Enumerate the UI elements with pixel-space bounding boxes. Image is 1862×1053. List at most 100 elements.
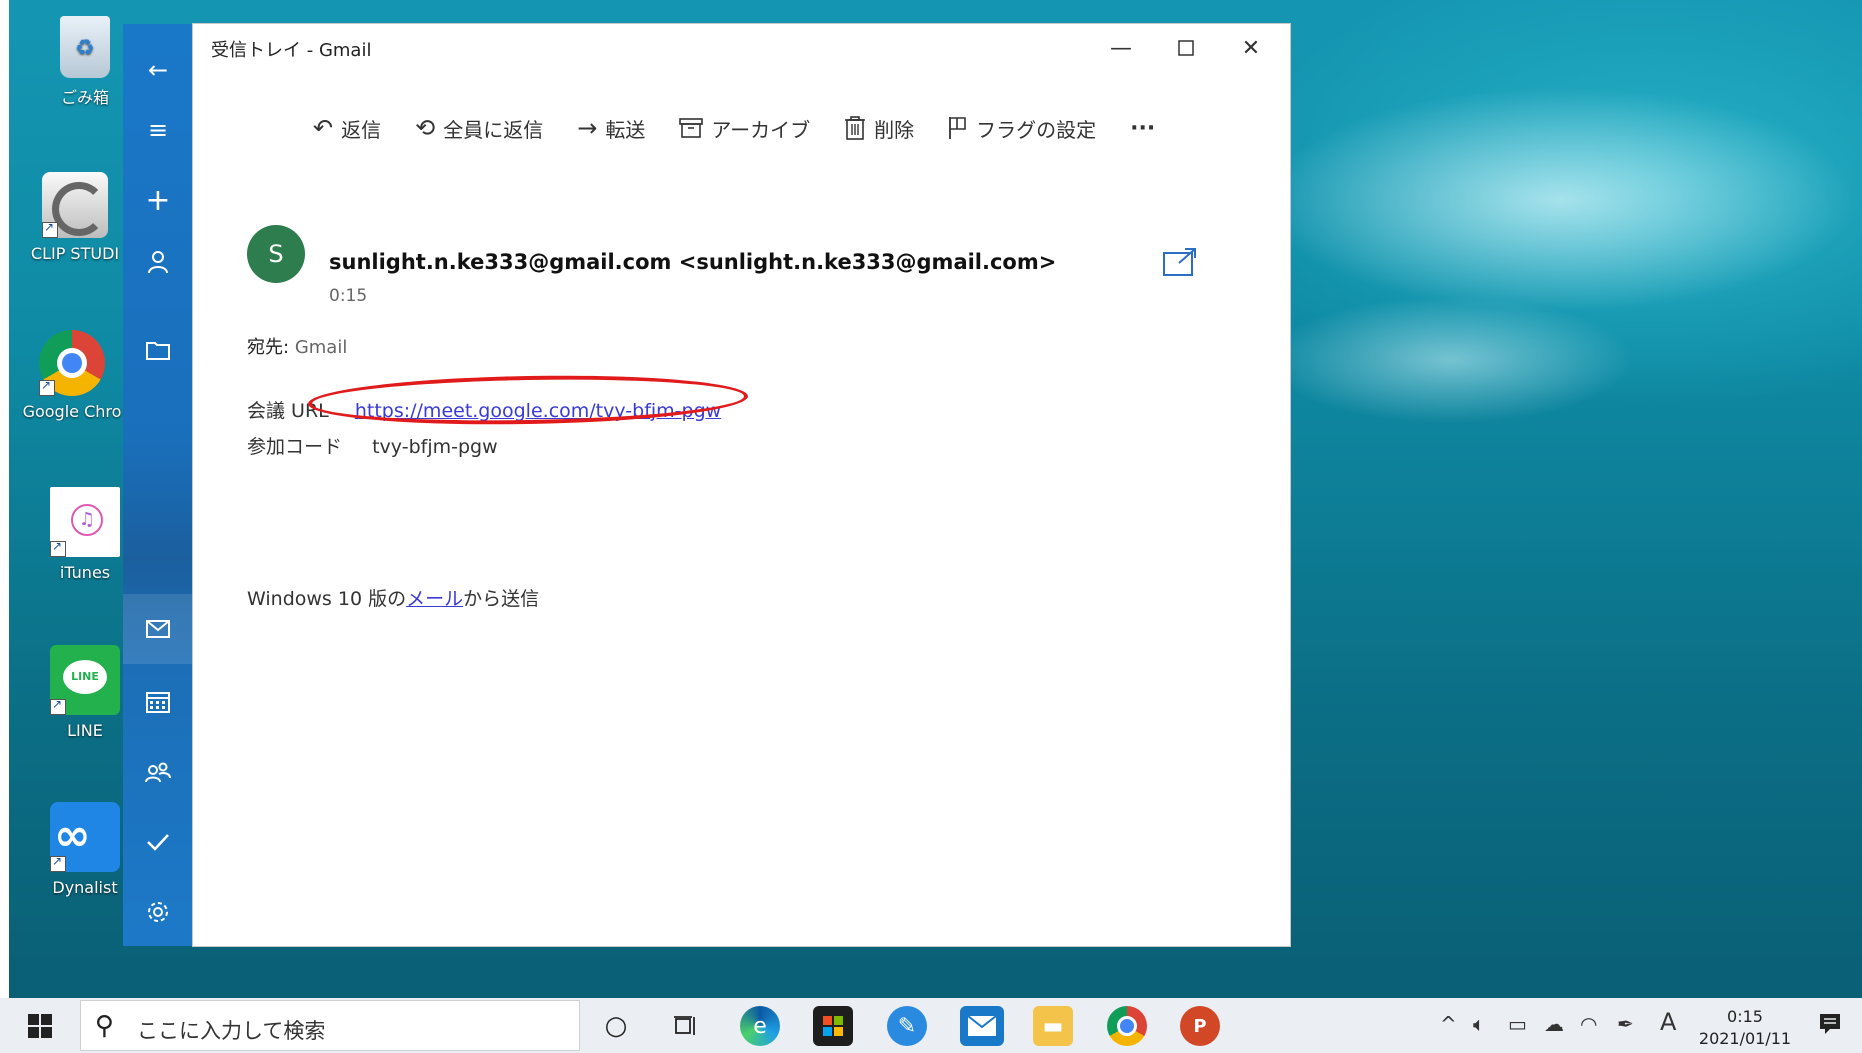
sender-avatar: S xyxy=(247,225,305,283)
desktop-icon-label: LINE xyxy=(67,721,103,740)
join-code-line: 参加コード tvy-bfjm-pgw xyxy=(247,432,498,459)
reply-all-button[interactable]: ⟲ 全員に返信 xyxy=(415,114,543,143)
reply-all-label: 全員に返信 xyxy=(443,117,544,142)
cortana-button[interactable]: ○ xyxy=(596,1006,636,1046)
chevron-up-icon: ^ xyxy=(1440,1012,1457,1036)
screen-edge xyxy=(0,0,9,998)
close-button[interactable]: ✕ xyxy=(1223,30,1279,66)
people-app-button[interactable] xyxy=(123,744,193,800)
trash-icon xyxy=(845,116,866,140)
cortana-circle-icon: ○ xyxy=(604,1011,628,1041)
join-code-value: tvy-bfjm-pgw xyxy=(372,436,498,458)
shortcut-arrow-icon xyxy=(50,697,66,715)
windows-logo-icon xyxy=(28,1014,52,1038)
search-placeholder: ここに入力して検索 xyxy=(137,1019,326,1043)
menu-button[interactable]: ≡ xyxy=(123,102,193,158)
maximize-button[interactable] xyxy=(1158,30,1214,66)
reply-label: 返信 xyxy=(341,117,382,142)
line-icon: LINE xyxy=(50,645,120,715)
checkmark-icon xyxy=(147,834,169,851)
sender-address[interactable]: sunlight.n.ke333@gmail.com <sunlight.n.k… xyxy=(329,250,1056,274)
flag-label: フラグの設定 xyxy=(976,117,1097,142)
recipient-line: 宛先: Gmail xyxy=(247,333,347,359)
desktop-icon-recycle-bin[interactable]: ♻ ごみ箱 xyxy=(35,16,135,108)
mail-reading-window: 受信トレイ - Gmail — ✕ ↶ 返信 ⟲ 全員に返信 → 転送 アーカイ… xyxy=(193,24,1290,946)
clock-time: 0:15 xyxy=(1727,1007,1763,1026)
minimize-button[interactable]: — xyxy=(1093,30,1149,66)
todo-app-button[interactable] xyxy=(123,814,193,870)
notification-icon xyxy=(1820,1014,1840,1034)
accounts-button[interactable] xyxy=(123,234,193,290)
clock-date: 2021/01/11 xyxy=(1698,1029,1792,1048)
to-label: 宛先: xyxy=(247,337,290,358)
back-arrow-icon: ← xyxy=(147,56,169,84)
back-button[interactable]: ← xyxy=(123,42,193,98)
new-mail-button[interactable]: + xyxy=(123,172,193,228)
onedrive-button[interactable]: ☁ xyxy=(1544,1012,1564,1036)
task-view-button[interactable] xyxy=(666,1006,706,1046)
desktop-icon-dynalist[interactable]: ∞ Dynalist xyxy=(35,802,135,897)
delete-button[interactable]: 削除 xyxy=(844,114,914,143)
wrench-icon: ✎ xyxy=(897,1013,917,1039)
signature-line: Windows 10 版のメールから送信 xyxy=(247,584,539,611)
join-code-label: 参加コード xyxy=(247,436,343,458)
calendar-app-button[interactable] xyxy=(123,674,193,730)
mail-app-button[interactable] xyxy=(123,594,193,664)
maximize-icon xyxy=(1178,40,1194,56)
taskbar-search-box[interactable]: ⚲ ここに入力して検索 xyxy=(80,1000,580,1051)
show-hidden-icons-button[interactable]: ^ xyxy=(1440,1012,1457,1036)
message-time: 0:15 xyxy=(329,286,368,306)
store-icon xyxy=(823,1016,843,1036)
desktop-icon-google-chrome[interactable]: Google Chro xyxy=(22,330,122,421)
folders-button[interactable] xyxy=(123,322,193,378)
chrome-icon xyxy=(1117,1016,1137,1036)
search-icon: ⚲ xyxy=(95,1011,115,1041)
mail-nav-rail: ← ≡ + xyxy=(123,24,193,946)
battery-icon: ▭ xyxy=(1508,1012,1527,1036)
action-center-button[interactable] xyxy=(1818,1012,1842,1041)
desktop-icon-clip-studio[interactable]: CLIP STUDI xyxy=(25,172,125,263)
envelope-icon xyxy=(146,620,170,638)
reply-all-icon: ⟲ xyxy=(415,114,436,142)
open-in-new-window-button[interactable] xyxy=(1163,247,1197,276)
chrome-taskbar-button[interactable] xyxy=(1107,1006,1147,1046)
powerpoint-icon: P xyxy=(1193,1015,1207,1037)
forward-button[interactable]: → 転送 xyxy=(577,114,645,143)
calendar-icon xyxy=(146,692,170,713)
reply-button[interactable]: ↶ 返信 xyxy=(313,114,381,143)
edge-taskbar-button[interactable]: e xyxy=(740,1006,780,1046)
flag-button[interactable]: フラグの設定 xyxy=(948,114,1096,143)
desktop-icon-itunes[interactable]: ♫ iTunes xyxy=(35,487,135,582)
more-actions-button[interactable]: ··· xyxy=(1130,116,1155,141)
shortcut-arrow-icon xyxy=(42,220,58,238)
edge-icon: e xyxy=(753,1013,767,1039)
pen-button[interactable]: ✒ xyxy=(1617,1012,1634,1036)
volume-button[interactable]: 🔈︎ xyxy=(1473,1012,1485,1036)
mail-taskbar-button[interactable] xyxy=(960,1006,1004,1046)
file-explorer-taskbar-button[interactable]: ▬ xyxy=(1033,1006,1073,1046)
start-button[interactable] xyxy=(20,1008,60,1044)
signature-mail-link[interactable]: メール xyxy=(406,588,463,610)
battery-button[interactable]: ▭ xyxy=(1508,1012,1527,1036)
delete-label: 削除 xyxy=(874,117,915,142)
close-icon: ✕ xyxy=(1241,35,1261,61)
hamburger-icon: ≡ xyxy=(147,116,169,144)
desktop-icon-label: ごみ箱 xyxy=(60,88,109,107)
network-button[interactable]: ◠ xyxy=(1580,1012,1597,1036)
forward-label: 転送 xyxy=(605,117,646,142)
to-value: Gmail xyxy=(294,337,348,358)
powerpoint-taskbar-button[interactable]: P xyxy=(1180,1006,1220,1046)
ime-indicator[interactable]: A xyxy=(1660,1008,1676,1036)
speaker-muted-icon: 🔈︎ xyxy=(1473,1012,1485,1036)
desktop-icon-line[interactable]: LINE LINE xyxy=(35,645,135,740)
envelope-icon xyxy=(967,1015,997,1036)
store-taskbar-button[interactable] xyxy=(813,1006,853,1046)
shortcut-arrow-icon xyxy=(39,378,55,396)
settings-button[interactable] xyxy=(123,884,193,940)
pop-out-icon xyxy=(1163,248,1196,276)
app-taskbar-button[interactable]: ✎ xyxy=(887,1006,927,1046)
title-bar: 受信トレイ - Gmail — ✕ xyxy=(193,24,1290,72)
taskbar-clock[interactable]: 0:15 2021/01/11 xyxy=(1690,1006,1800,1050)
shortcut-arrow-icon xyxy=(50,854,66,872)
archive-button[interactable]: アーカイブ xyxy=(679,114,810,143)
